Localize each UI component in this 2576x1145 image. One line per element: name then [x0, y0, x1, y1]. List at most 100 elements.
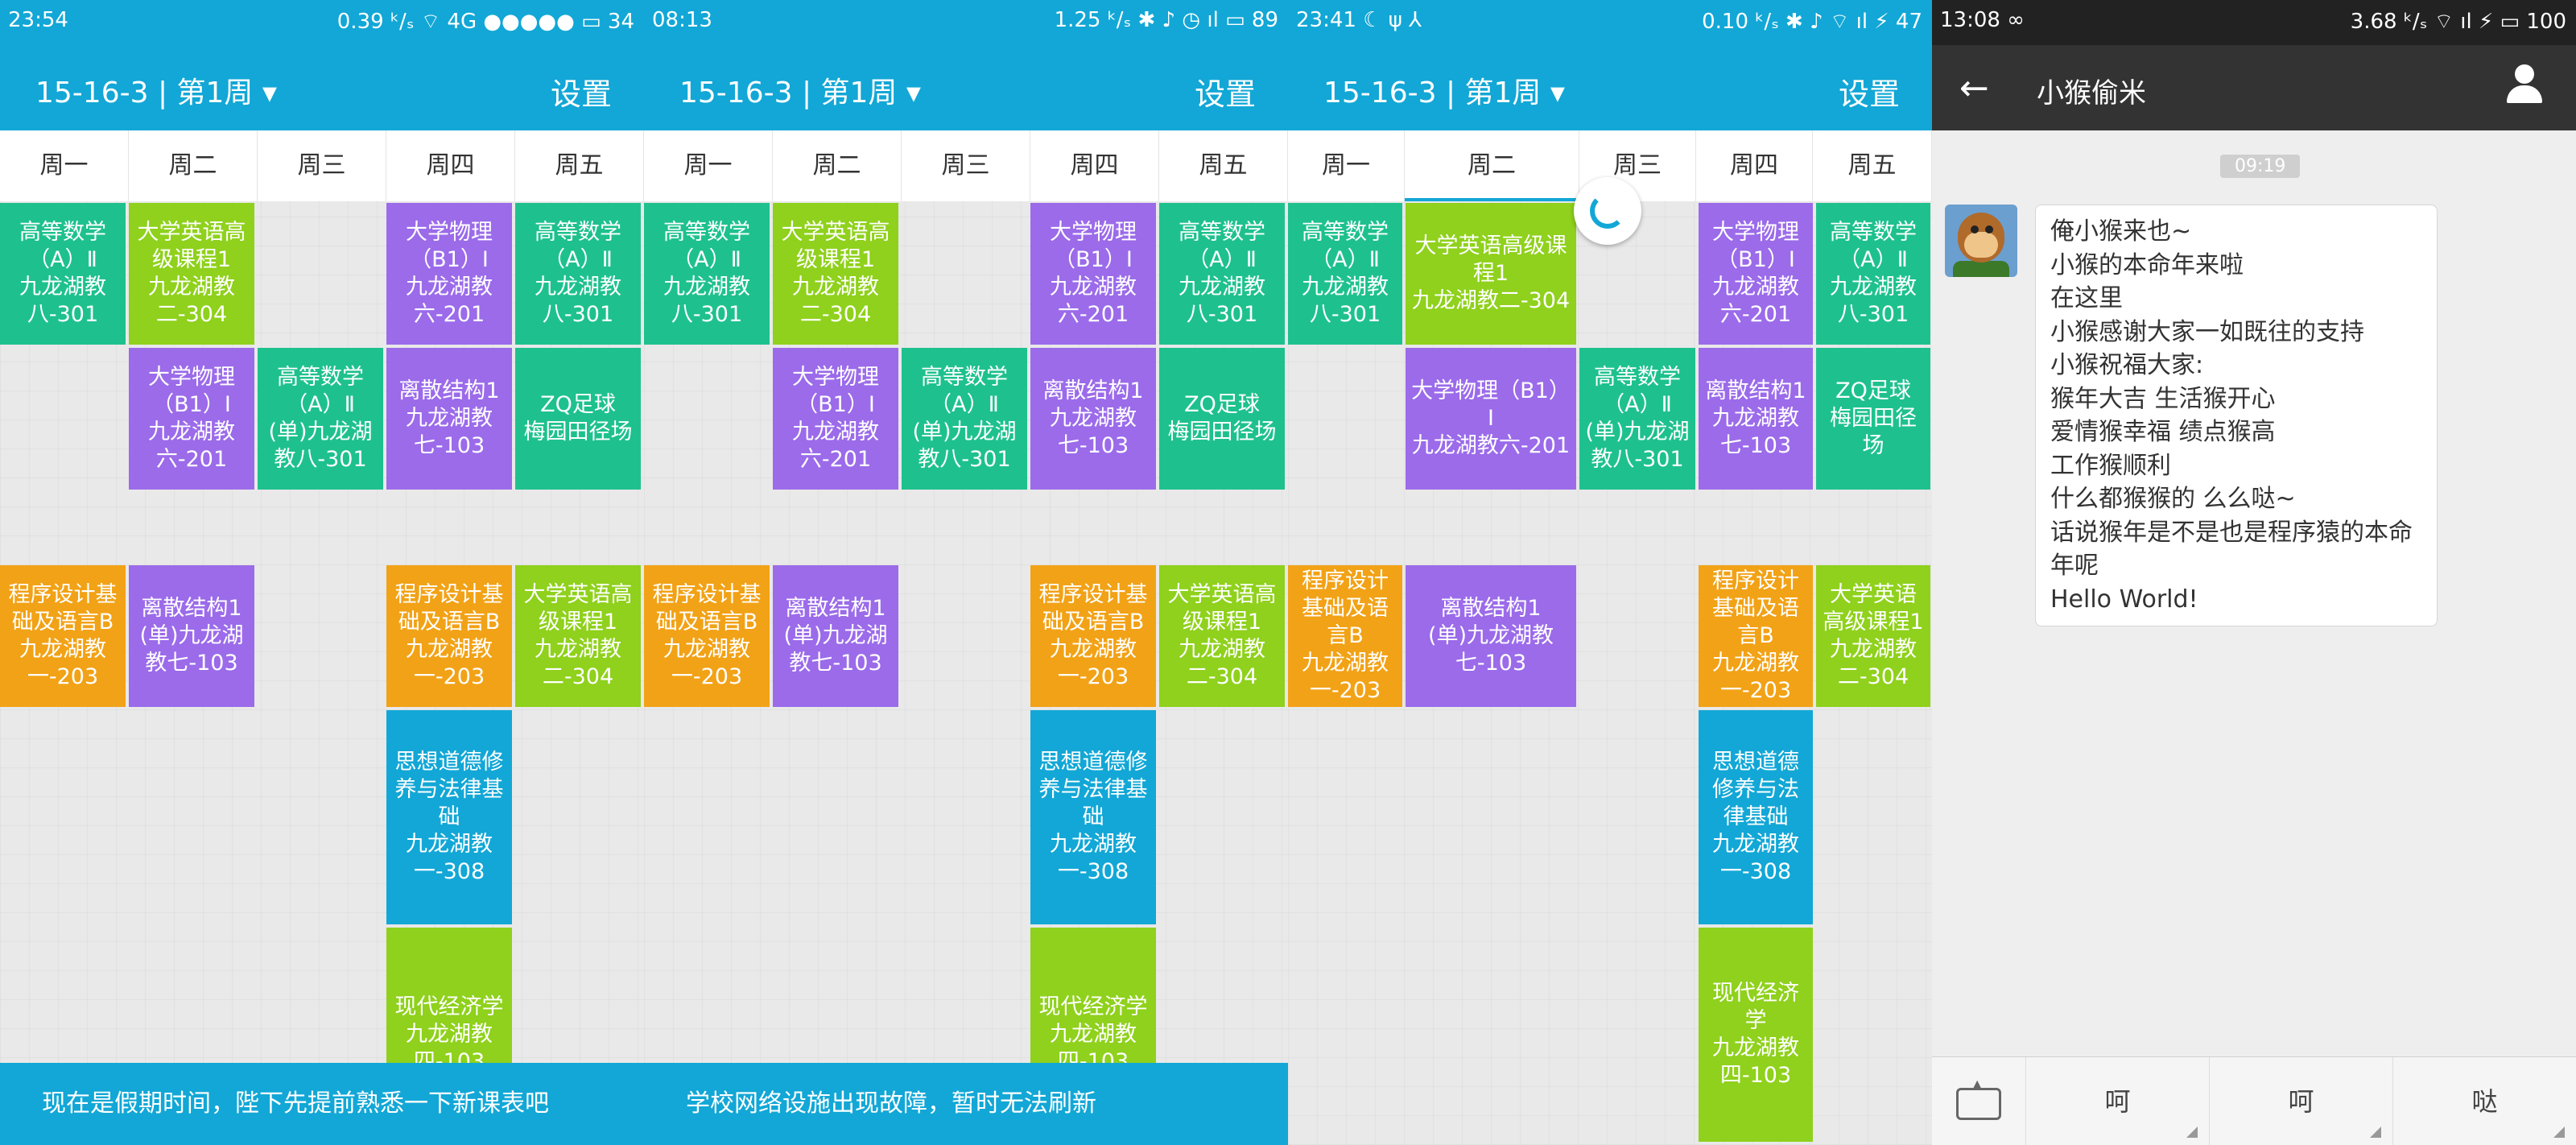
course-cell[interactable]: 大学物理（B1）Ⅰ 九龙湖教六-201: [1699, 203, 1813, 345]
weekday-header: 周一 周二 周三 周四 周五: [644, 130, 1288, 202]
course-cell[interactable]: 思想道德修养与法律基础 九龙湖教一-308: [386, 710, 512, 924]
message-line: 小猴祝福大家:: [2050, 351, 2204, 379]
quick-reply-label: 哒: [2471, 1086, 2498, 1117]
course-cell[interactable]: 高等数学（A）Ⅱ 九龙湖教八-301: [515, 203, 641, 345]
screenshot-collage: 23:54 0.39 ᵏ/ₛ ⌔ 4G ●●●●● ▭ 34 15-16-3 |…: [0, 0, 2576, 1145]
course-cell[interactable]: 离散结构1 (单)九龙湖教七-103: [129, 565, 254, 707]
status-bar: 13:08 ∞ 3.68 ᵏ/ₛ ⌔ ıl ⚡ ▭ 100: [1932, 0, 2576, 45]
message-line: 小猴感谢大家一如既往的支持: [2050, 317, 2364, 346]
user-profile-icon[interactable]: [2502, 63, 2547, 108]
day-tue[interactable]: 周二: [129, 130, 258, 201]
course-cell[interactable]: 高等数学（A）Ⅱ 九龙湖教八-301: [0, 203, 126, 345]
status-bar: 08:13 1.25 ᵏ/ₛ ✱ ♪ ◷ ıl ▭ 89: [644, 0, 1288, 45]
quick-reply-button[interactable]: 呵: [2026, 1057, 2210, 1145]
status-icons: 0.39 ᵏ/ₛ ⌔ 4G ●●●●● ▭ 34: [336, 10, 634, 34]
course-cell[interactable]: ZQ足球 梅园田径场: [515, 348, 641, 490]
settings-button[interactable]: 设置: [1839, 69, 1900, 114]
course-cell[interactable]: 高等数学（A）Ⅱ 九龙湖教八-301: [1159, 203, 1285, 345]
day-fri[interactable]: 周五: [515, 130, 644, 201]
course-cell[interactable]: 大学英语高级课程1 九龙湖教二-304: [1159, 565, 1285, 707]
status-bar: 23:41 ☾ ψ ⅄ 0.10 ᵏ/ₛ ✱ ♪ ⌔ ıl ⚡ 47: [1288, 0, 1932, 45]
course-cell[interactable]: 程序设计基础及语言B 九龙湖教一-203: [1288, 565, 1402, 707]
timetable-grid: 高等数学（A）Ⅱ 九龙湖教八-301 大学英语高级课程1 九龙湖教二-304 大学物…: [1288, 201, 1932, 1145]
notice-bar: 学校网络设施出现故障，暂时无法刷新: [644, 1063, 1288, 1145]
course-cell[interactable]: 大学物理（B1）Ⅰ 九龙湖教六-201: [1406, 348, 1576, 490]
status-icons: 3.68 ᵏ/ₛ ⌔ ıl ⚡ ▭ 100: [2350, 10, 2566, 34]
course-cell[interactable]: 大学物理（B1）Ⅰ 九龙湖教六-201: [1030, 203, 1156, 345]
quick-reply-button[interactable]: 呵: [2210, 1057, 2393, 1145]
message-line: 在这里: [2050, 284, 2123, 312]
weekday-header: 周一 周二 周三 周四 周五: [0, 130, 644, 202]
course-cell[interactable]: ZQ足球 梅园田径场: [1816, 348, 1930, 490]
app-bar: 15-16-3 | 第1周 ▾ 设置: [0, 45, 644, 130]
course-cell[interactable]: 高等数学（A）Ⅱ (单)九龙湖教八-301: [1579, 348, 1695, 490]
term-week-selector[interactable]: 15-16-3 | 第1周 ▾: [1323, 69, 1565, 111]
course-cell[interactable]: ZQ足球 梅园田径场: [1159, 348, 1285, 490]
day-thu[interactable]: 周四: [1696, 130, 1813, 201]
course-cell[interactable]: 离散结构1 (单)九龙湖教七-103: [773, 565, 898, 707]
app-bar: 15-16-3 | 第1周 ▾ 设置: [644, 45, 1288, 130]
course-cell[interactable]: 离散结构1 九龙湖教七-103: [1699, 348, 1813, 490]
keyboard-icon[interactable]: ▲: [1932, 1057, 2026, 1145]
day-wed[interactable]: 周三: [902, 130, 1030, 201]
quick-reply-button[interactable]: 哒: [2393, 1057, 2576, 1145]
timetable-grid: 高等数学（A）Ⅱ 九龙湖教八-301 大学英语高级课程1 九龙湖教二-304 大学物…: [644, 201, 1288, 1145]
course-cell[interactable]: 程序设计基础及语言B 九龙湖教一-203: [644, 565, 770, 707]
day-mon[interactable]: 周一: [0, 130, 129, 201]
day-fri[interactable]: 周五: [1159, 130, 1288, 201]
message-bubble: 俺小猴来也~ 小猴的本命年来啦 在这里 小猴感谢大家一如既往的支持 小猴祝福大家…: [2035, 205, 2438, 626]
day-thu[interactable]: 周四: [386, 130, 515, 201]
message-line: 猴年大吉 生活猴开心: [2050, 384, 2276, 413]
course-cell[interactable]: 大学物理（B1）Ⅰ 九龙湖教六-201: [386, 203, 512, 345]
status-time: 23:54: [8, 8, 68, 32]
day-mon[interactable]: 周一: [644, 130, 773, 201]
course-cell[interactable]: 高等数学（A）Ⅱ (单)九龙湖教八-301: [902, 348, 1027, 490]
course-cell[interactable]: 离散结构1 九龙湖教七-103: [1030, 348, 1156, 490]
course-cell[interactable]: 离散结构1 九龙湖教七-103: [386, 348, 512, 490]
course-cell[interactable]: 大学英语高级课程1 九龙湖教二-304: [773, 203, 898, 345]
day-mon[interactable]: 周一: [1288, 130, 1405, 201]
message-line: 什么都猴猴的 么么哒~: [2050, 485, 2296, 513]
message-line: 俺小猴来也~: [2050, 217, 2192, 246]
settings-button[interactable]: 设置: [1195, 69, 1256, 114]
quick-reply-label: 呵: [2104, 1086, 2131, 1117]
term-week-selector[interactable]: 15-16-3 | 第1周 ▾: [35, 69, 277, 111]
course-cell[interactable]: 高等数学（A）Ⅱ 九龙湖教八-301: [1816, 203, 1930, 345]
course-cell[interactable]: 大学英语高级课程1 九龙湖教二-304: [1816, 565, 1930, 707]
term-week-selector[interactable]: 15-16-3 | 第1周 ▾: [679, 69, 921, 111]
quick-reply-label: 呵: [2288, 1086, 2314, 1117]
back-arrow-icon[interactable]: ←: [1959, 68, 1989, 109]
course-cell[interactable]: 程序设计基础及语言B 九龙湖教一-203: [1030, 565, 1156, 707]
course-cell[interactable]: 思想道德修养与法律基础 九龙湖教一-308: [1030, 710, 1156, 924]
course-cell[interactable]: 思想道德修养与法律基础 九龙湖教一-308: [1699, 710, 1813, 924]
notice-bar: 现在是假期时间，陛下先提前熟悉一下新课表吧: [0, 1063, 644, 1145]
message-line: 爱情猴幸福 绩点猴高: [2050, 418, 2276, 446]
status-time: 23:41 ☾ ψ ⅄: [1296, 8, 1422, 32]
course-cell[interactable]: 大学英语高级课程1 九龙湖教二-304: [515, 565, 641, 707]
course-cell[interactable]: 大学物理（B1）Ⅰ 九龙湖教六-201: [773, 348, 898, 490]
timetable-grid: 高等数学（A）Ⅱ 九龙湖教八-301 大学英语高级课程1 九龙湖教二-304 大学物…: [0, 201, 644, 1145]
avatar[interactable]: [1945, 205, 2017, 277]
course-cell[interactable]: 大学物理（B1）Ⅰ 九龙湖教六-201: [129, 348, 254, 490]
day-tue[interactable]: 周二: [1405, 130, 1579, 201]
settings-button[interactable]: 设置: [551, 69, 612, 114]
day-wed[interactable]: 周三: [258, 130, 386, 201]
day-thu[interactable]: 周四: [1030, 130, 1159, 201]
course-cell[interactable]: 程序设计基础及语言B 九龙湖教一-203: [386, 565, 512, 707]
course-cell[interactable]: 高等数学（A）Ⅱ 九龙湖教八-301: [1288, 203, 1402, 345]
message-line: 话说猴年是不是也是程序猿的本命: [2050, 518, 2413, 547]
timetable-screen-1: 23:54 0.39 ᵏ/ₛ ⌔ 4G ●●●●● ▭ 34 15-16-3 |…: [0, 0, 644, 1145]
course-cell[interactable]: 大学英语高级课程1 九龙湖教二-304: [1406, 203, 1576, 345]
course-cell[interactable]: 高等数学（A）Ⅱ (单)九龙湖教八-301: [258, 348, 383, 490]
day-tue[interactable]: 周二: [773, 130, 902, 201]
course-cell[interactable]: 高等数学（A）Ⅱ 九龙湖教八-301: [644, 203, 770, 345]
course-cell[interactable]: 现代经济学 九龙湖教四-103: [1699, 928, 1813, 1142]
course-cell[interactable]: 程序设计基础及语言B 九龙湖教一-203: [0, 565, 126, 707]
course-cell[interactable]: 程序设计基础及语言B 九龙湖教一-203: [1699, 565, 1813, 707]
timetable-screen-2: 08:13 1.25 ᵏ/ₛ ✱ ♪ ◷ ıl ▭ 89 15-16-3 | 第…: [644, 0, 1288, 1145]
app-bar: 15-16-3 | 第1周 ▾ 设置: [1288, 45, 1932, 130]
chat-title: 小猴偷米: [2037, 77, 2146, 110]
course-cell[interactable]: 离散结构1 (单)九龙湖教七-103: [1406, 565, 1576, 707]
course-cell[interactable]: 大学英语高级课程1 九龙湖教二-304: [129, 203, 254, 345]
day-fri[interactable]: 周五: [1813, 130, 1932, 201]
